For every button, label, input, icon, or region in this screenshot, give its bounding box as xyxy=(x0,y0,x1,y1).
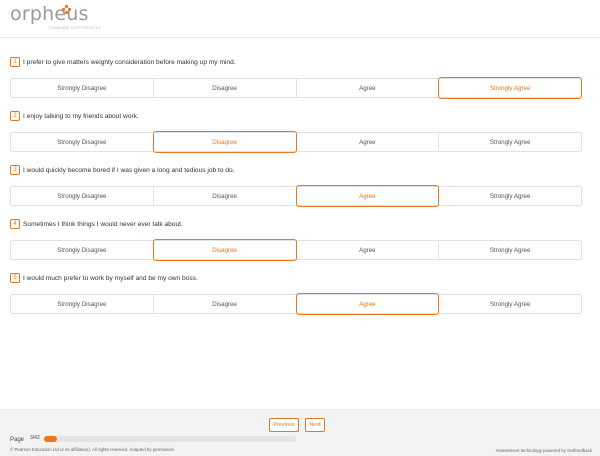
question-number: 2 xyxy=(10,111,20,121)
option-agree[interactable]: Agree xyxy=(297,133,440,151)
answer-options: Strongly Disagree Disagree Agree Strongl… xyxy=(10,239,582,261)
question-1: 1 I prefer to give matters weighty consi… xyxy=(10,55,582,99)
question-header: 3 I would quickly become bored if I was … xyxy=(10,163,582,177)
question-text: I prefer to give matters weighty conside… xyxy=(23,58,236,66)
logo-tagline: THINKING DIFFERENTLY xyxy=(48,25,102,30)
question-4: 4 Sometimes I think things I would never… xyxy=(10,217,582,261)
option-disagree[interactable]: Disagree xyxy=(154,79,297,97)
answer-options: Strongly Disagree Disagree Agree Strongl… xyxy=(10,77,582,99)
progress-bar xyxy=(44,436,296,442)
option-agree[interactable]: Agree xyxy=(295,185,440,207)
question-header: 1 I prefer to give matters weighty consi… xyxy=(10,55,582,69)
question-text: I would much prefer to work by myself an… xyxy=(23,274,198,282)
question-number: 3 xyxy=(10,165,20,175)
option-agree[interactable]: Agree xyxy=(297,79,440,97)
question-text: I would quickly become bored if I was gi… xyxy=(23,166,235,174)
copyright-notice: © Pearson Education Ltd or its affiliate… xyxy=(10,447,174,452)
option-strongly-disagree[interactable]: Strongly Disagree xyxy=(11,295,154,313)
option-strongly-agree[interactable]: Strongly Agree xyxy=(438,77,582,99)
option-strongly-agree[interactable]: Strongly Agree xyxy=(439,241,581,259)
option-strongly-agree[interactable]: Strongly Agree xyxy=(439,133,581,151)
question-header: 4 Sometimes I think things I would never… xyxy=(10,217,582,231)
option-disagree[interactable]: Disagree xyxy=(152,131,297,153)
previous-button[interactable]: Previous xyxy=(269,418,299,432)
footer: Previous Next Page 3/42 © Pearson Educat… xyxy=(0,409,600,456)
option-disagree[interactable]: Disagree xyxy=(152,239,297,261)
option-disagree[interactable]: Disagree xyxy=(154,187,297,205)
question-2: 2 I enjoy talking to my friends about wo… xyxy=(10,109,582,153)
progress-fill xyxy=(44,436,57,442)
next-button[interactable]: Next xyxy=(305,418,325,432)
logo-mark-icon xyxy=(62,5,72,14)
answer-options: Strongly Disagree Disagree Agree Strongl… xyxy=(10,185,582,207)
option-strongly-agree[interactable]: Strongly Agree xyxy=(439,187,581,205)
question-header: 5 I would much prefer to work by myself … xyxy=(10,271,582,285)
answer-options: Strongly Disagree Disagree Agree Strongl… xyxy=(10,131,582,153)
question-header: 2 I enjoy talking to my friends about wo… xyxy=(10,109,582,123)
page-indicator: 3/42 xyxy=(30,435,40,441)
option-disagree[interactable]: Disagree xyxy=(154,295,297,313)
answer-options: Strongly Disagree Disagree Agree Strongl… xyxy=(10,293,582,315)
orpheus-logo: orpheus THINKING DIFFERENTLY xyxy=(10,3,101,30)
question-number: 4 xyxy=(10,219,20,229)
question-text: Sometimes I think things I would never e… xyxy=(23,220,183,228)
logo-wordmark: orpheus xyxy=(10,3,89,25)
page-label: Page xyxy=(10,437,25,443)
option-agree[interactable]: Agree xyxy=(297,241,440,259)
question-3: 3 I would quickly become bored if I was … xyxy=(10,163,582,207)
option-strongly-disagree[interactable]: Strongly Disagree xyxy=(11,133,154,151)
question-5: 5 I would much prefer to work by myself … xyxy=(10,271,582,315)
option-strongly-disagree[interactable]: Strongly Disagree xyxy=(11,187,154,205)
option-strongly-disagree[interactable]: Strongly Disagree xyxy=(11,79,154,97)
option-agree[interactable]: Agree xyxy=(295,293,440,315)
option-strongly-agree[interactable]: Strongly Agree xyxy=(439,295,581,313)
powered-by-notice: Assessment technology powered by Getfeed… xyxy=(495,448,592,453)
header: orpheus THINKING DIFFERENTLY xyxy=(0,0,600,38)
option-strongly-disagree[interactable]: Strongly Disagree xyxy=(11,241,154,259)
question-text: I enjoy talking to my friends about work… xyxy=(23,112,139,120)
question-number: 1 xyxy=(10,57,20,67)
question-number: 5 xyxy=(10,273,20,283)
